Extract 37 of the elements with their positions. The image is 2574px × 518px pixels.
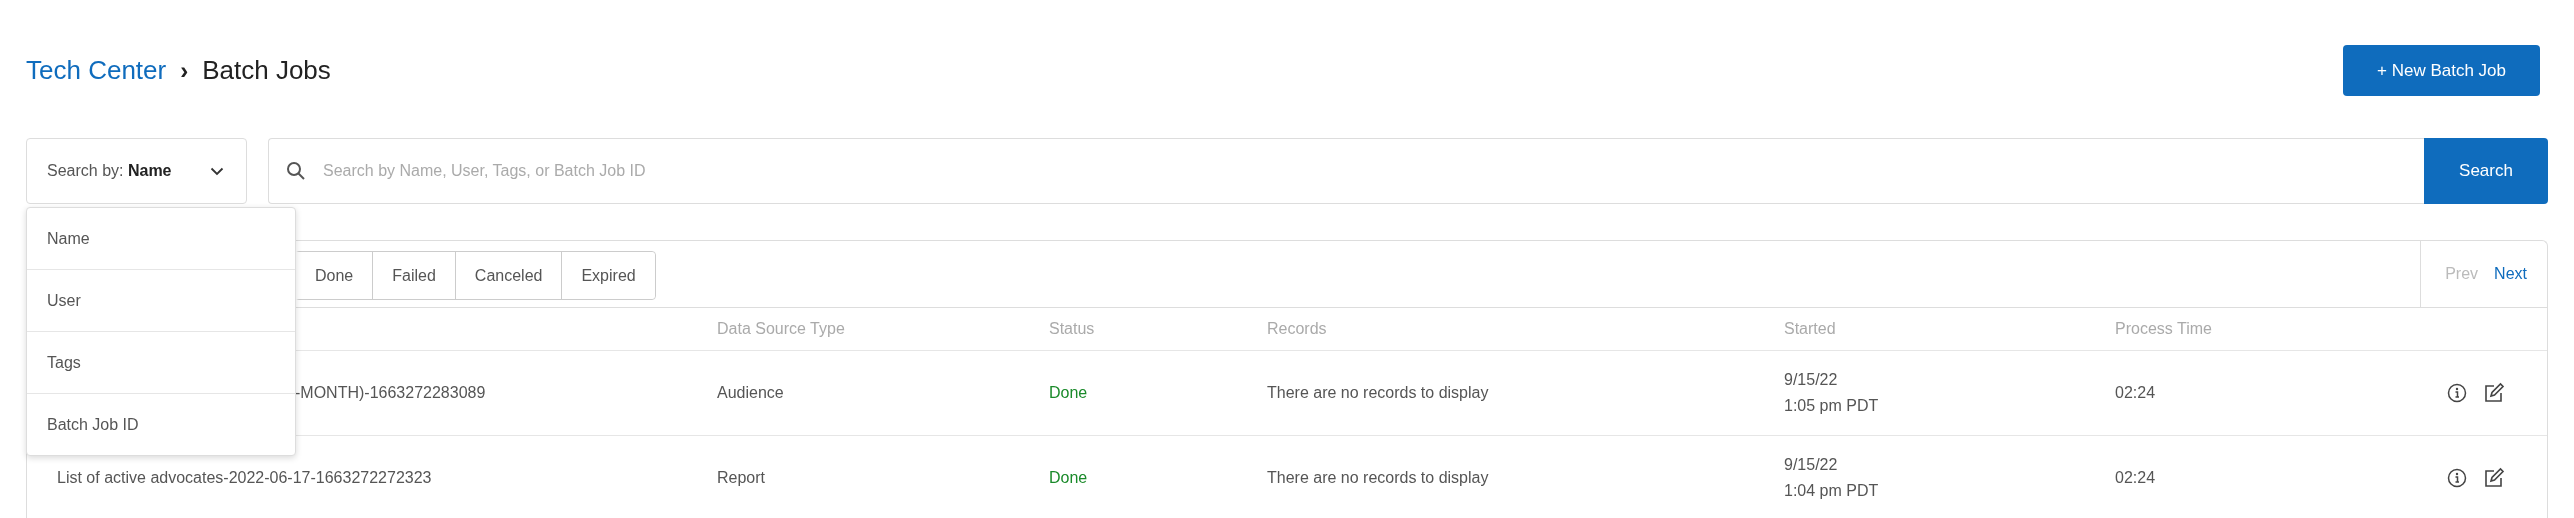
- chevron-down-icon: [210, 166, 224, 176]
- filter-tab[interactable]: Done: [296, 252, 374, 299]
- column-header: Records: [1267, 320, 1328, 338]
- table-cell: List of active advocates-2022-06-17-1663272272323: [57, 469, 432, 486]
- menu-item[interactable]: Tags: [27, 332, 295, 394]
- started-time: 1:04 pm PDT: [1784, 482, 1880, 500]
- info-icon[interactable]: [2447, 383, 2467, 403]
- breadcrumb-link[interactable]: Tech Center: [26, 55, 167, 86]
- table-cell: There are no records to display: [1267, 384, 1489, 401]
- started-date: 9/15/22: [1784, 456, 1839, 474]
- table-cell: There are no records to display: [1267, 469, 1489, 486]
- edit-icon[interactable]: [2483, 467, 2505, 489]
- next-link[interactable]: Next: [2494, 265, 2527, 283]
- info-icon[interactable]: [2447, 468, 2467, 488]
- page-title: Batch Jobs: [202, 55, 331, 86]
- new-batch-job-button[interactable]: + New Batch Job: [2343, 45, 2540, 96]
- search-button[interactable]: Search: [2424, 138, 2548, 204]
- started-date: 9/15/22: [1784, 371, 1839, 389]
- column-header: Process Time: [2115, 320, 2213, 338]
- search-field[interactable]: Search by Name, User, Tags, or Batch Job ID: [268, 138, 2424, 204]
- column-header: Status: [1049, 320, 1096, 338]
- edit-icon[interactable]: [2483, 382, 2505, 404]
- table-cell: 02:24: [2115, 469, 2156, 486]
- table-cell: Report: [717, 469, 766, 486]
- menu-item[interactable]: Name: [27, 208, 295, 270]
- menu-item[interactable]: Batch Job ID: [27, 394, 295, 455]
- status-text: Done: [1049, 469, 1088, 486]
- table-cell: 02:24: [2115, 384, 2156, 401]
- column-header: Started: [1784, 320, 1837, 338]
- status-text: Done: [1049, 384, 1088, 401]
- search-by-dropdown[interactable]: Search by: Name: [26, 138, 247, 204]
- table-cell: Audience: [717, 384, 784, 401]
- menu-item[interactable]: User: [27, 270, 295, 332]
- breadcrumb-separator: ›: [180, 56, 189, 85]
- started-time: 1:05 pm PDT: [1784, 397, 1880, 415]
- column-header: Data Source Type: [717, 320, 846, 338]
- table-cell: -MONTH)-1663272283089: [295, 384, 486, 402]
